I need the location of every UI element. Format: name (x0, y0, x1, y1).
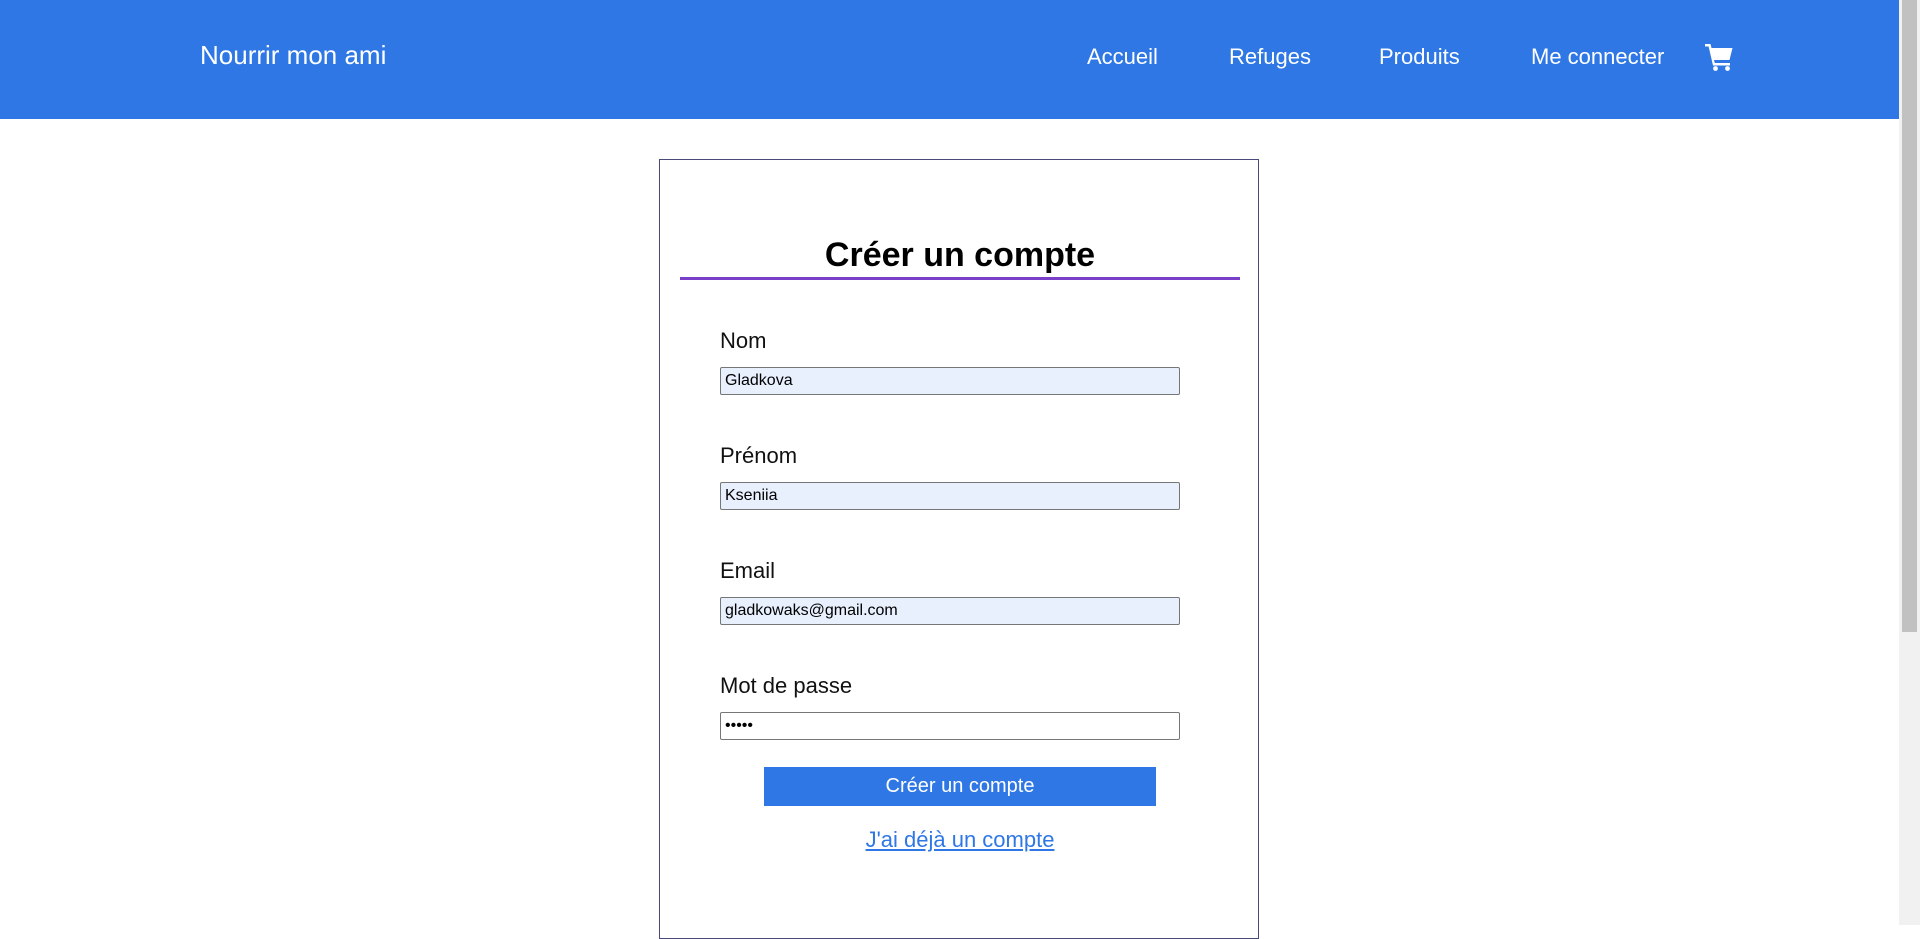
nom-field[interactable] (720, 367, 1180, 395)
nav-link-accueil[interactable]: Accueil (1087, 44, 1158, 70)
page-scrollbar[interactable] (1899, 0, 1920, 925)
nav-link-produits[interactable]: Produits (1379, 44, 1460, 70)
password-field[interactable] (720, 712, 1180, 740)
email-label: Email (720, 558, 776, 583)
scrollbar-thumb[interactable] (1902, 0, 1917, 632)
prenom-label: Prénom (720, 443, 798, 468)
signup-card: Créer un compte Nom Prénom Email Mot de … (659, 159, 1259, 939)
cart-icon[interactable] (1704, 42, 1734, 72)
email-field[interactable] (720, 597, 1180, 625)
existing-account-link[interactable]: J'ai déjà un compte (660, 827, 1260, 853)
nom-label: Nom (720, 328, 767, 353)
prenom-field[interactable] (720, 482, 1180, 510)
page-title: Créer un compte (680, 236, 1240, 280)
nav-link-me-connecter[interactable]: Me connecter (1531, 44, 1664, 70)
create-account-button[interactable]: Créer un compte (764, 767, 1156, 806)
password-label: Mot de passe (720, 673, 853, 698)
nav-link-refuges[interactable]: Refuges (1229, 44, 1311, 70)
brand-link[interactable]: Nourrir mon ami (200, 40, 386, 71)
top-navbar: Nourrir mon ami Accueil Refuges Produits… (0, 0, 1899, 119)
